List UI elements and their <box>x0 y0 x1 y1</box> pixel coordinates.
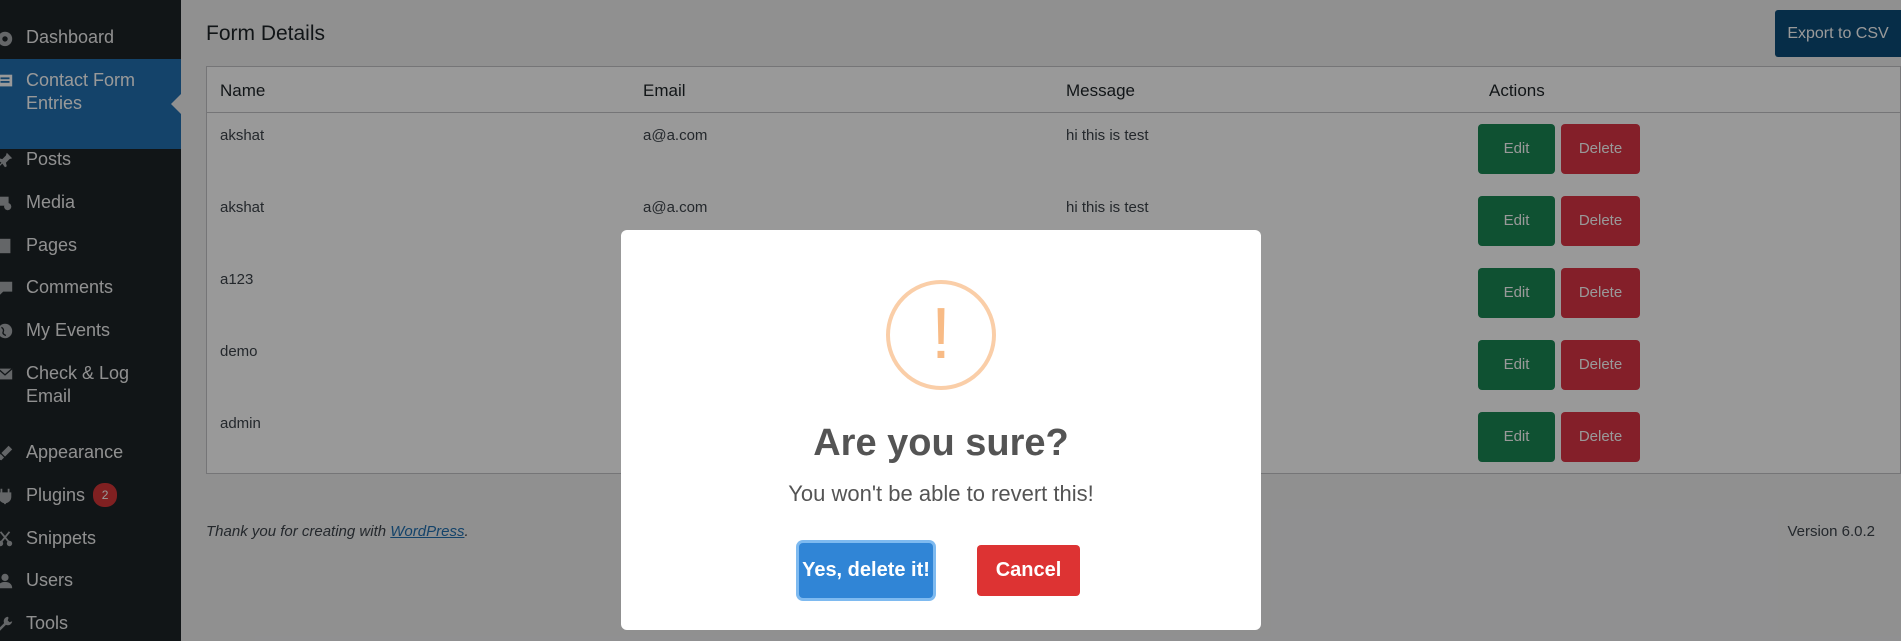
warning-icon: ! <box>886 280 996 390</box>
confirm-delete-button[interactable]: Yes, delete it! <box>799 543 933 598</box>
confirm-delete-dialog: ! Are you sure? You won't be able to rev… <box>621 230 1261 630</box>
cancel-button[interactable]: Cancel <box>977 545 1080 596</box>
dialog-text: You won't be able to revert this! <box>788 481 1094 506</box>
dialog-title: Are you sure? <box>813 422 1069 464</box>
